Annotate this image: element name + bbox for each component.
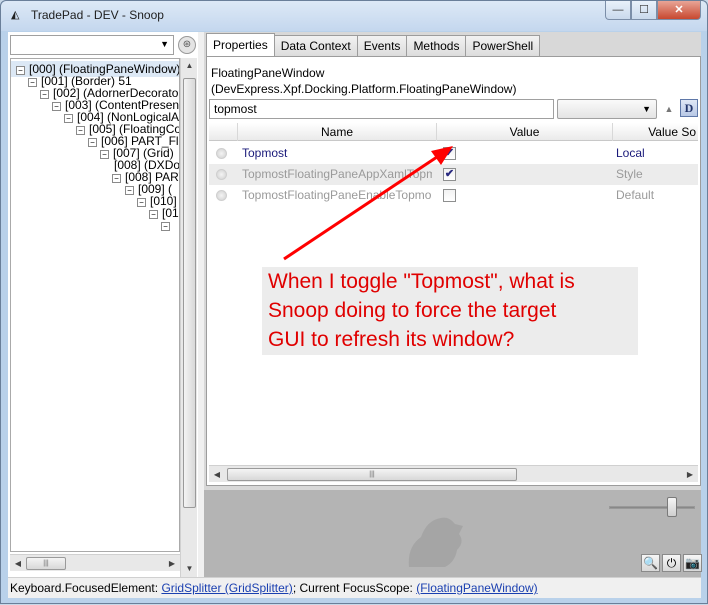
property-value-source: Style	[616, 167, 643, 181]
title-bar: ◭ TradePad - DEV - Snoop — ☐ ✕	[1, 1, 707, 31]
binding-dot-icon[interactable]	[216, 190, 227, 201]
focused-element-link[interactable]: GridSplitter (GridSplitter)	[161, 581, 292, 595]
focus-scope-label: ; Current FocusScope:	[292, 581, 413, 595]
scroll-thumb[interactable]: |||	[227, 468, 517, 481]
property-filter-input[interactable]	[209, 99, 554, 119]
scroll-thumb[interactable]: |||	[26, 557, 66, 570]
tree-vertical-scrollbar[interactable]: ▲ ▼	[180, 58, 197, 578]
visual-tree-pane: ▼ ⊛ − [000] (FloatingPaneWindow) − [001] (B…	[8, 32, 198, 578]
tree-horizontal-scrollbar[interactable]: ◀ ||| ▶	[10, 554, 180, 571]
tab-powershell[interactable]: PowerShell	[465, 35, 541, 56]
magnifier-icon[interactable]: 🔍	[641, 554, 660, 572]
chevron-down-icon: ▼	[642, 104, 651, 114]
column-value[interactable]: Value	[436, 123, 612, 141]
property-row[interactable]: Topmost ✔ Local	[209, 143, 698, 164]
tab-properties[interactable]: Properties	[206, 33, 275, 56]
minimize-button[interactable]: —	[605, 1, 631, 20]
zoom-slider-thumb[interactable]	[667, 497, 677, 517]
collapse-icon[interactable]: −	[137, 198, 146, 207]
annotation-line: Snoop doing to force the target	[268, 299, 557, 322]
default-values-button[interactable]: D	[680, 99, 698, 117]
collapse-icon[interactable]: −	[76, 126, 85, 135]
collapse-icon[interactable]: −	[52, 102, 61, 111]
maximize-button[interactable]: ☐	[631, 1, 657, 20]
scroll-right-icon[interactable]: ▶	[164, 555, 180, 572]
scroll-left-icon[interactable]: ◀	[209, 466, 225, 483]
property-value-checkbox[interactable]: ✔	[443, 168, 456, 181]
column-name[interactable]: Name	[237, 123, 436, 141]
collapse-icon[interactable]: −	[88, 138, 97, 147]
grid-horizontal-scrollbar[interactable]: ◀ ||| ▶	[209, 465, 698, 482]
property-row[interactable]: TopmostFloatingPaneEnableTopmost Default	[209, 185, 698, 206]
power-icon[interactable]: ⏻	[662, 554, 681, 572]
inspector-tabs: Properties Data Context Events Methods Power…	[206, 33, 541, 57]
scroll-up-icon[interactable]: ▲	[181, 58, 198, 74]
scroll-down-icon[interactable]: ▼	[181, 561, 198, 577]
globe-icon[interactable]: ⊛	[178, 36, 196, 54]
collapse-icon[interactable]: −	[100, 150, 109, 159]
scroll-left-icon[interactable]: ◀	[10, 555, 26, 572]
collapse-icon[interactable]: −	[161, 222, 170, 231]
snoop-window: ◭ TradePad - DEV - Snoop — ☐ ✕ ▼ ⊛ − [000…	[0, 0, 708, 604]
chevron-down-icon: ▼	[160, 39, 169, 49]
annotation-line: GUI to refresh its window?	[268, 328, 515, 351]
property-name: Topmost	[242, 146, 288, 160]
tree-item[interactable]: −	[161, 217, 174, 233]
annotation-callout: When I toggle "Topmost", what is Snoop do…	[262, 267, 638, 355]
binding-dot-icon[interactable]	[216, 169, 227, 180]
type-name: FloatingPaneWindow	[211, 66, 325, 80]
property-value-source: Default	[616, 188, 655, 202]
scroll-right-icon[interactable]: ▶	[682, 466, 698, 483]
camera-icon[interactable]: 📷	[683, 554, 702, 572]
collapse-icon[interactable]: −	[125, 186, 134, 195]
property-value-checkbox[interactable]: ✔	[443, 147, 456, 160]
property-value-checkbox[interactable]	[443, 189, 456, 202]
tab-data-context[interactable]: Data Context	[273, 35, 358, 56]
column-value-source[interactable]: Value So	[612, 123, 698, 141]
collapse-icon[interactable]: −	[28, 78, 37, 87]
collapse-icon[interactable]: −	[40, 90, 49, 99]
property-filter-combo[interactable]: ▼	[557, 99, 657, 119]
window-title: TradePad - DEV - Snoop	[31, 8, 164, 22]
focused-element-label: Keyboard.FocusedElement:	[10, 581, 159, 595]
annotation-line: When I toggle "Topmost", what is	[268, 270, 575, 293]
scroll-thumb[interactable]	[183, 78, 196, 508]
tab-events[interactable]: Events	[356, 35, 408, 56]
property-row[interactable]: TopmostFloatingPaneAppXamlTopmost ✔ Style	[209, 164, 698, 185]
collapse-icon[interactable]: −	[149, 210, 158, 219]
tab-methods[interactable]: Methods	[406, 35, 467, 56]
visual-tree[interactable]: − [000] (FloatingPaneWindow) − [001] (Borde…	[10, 58, 180, 552]
sort-up-icon[interactable]: ▲	[662, 101, 676, 117]
collapse-icon[interactable]: −	[112, 174, 121, 183]
type-full-name: (DevExpress.Xpf.Docking.Platform.Floatin…	[211, 82, 517, 96]
property-grid-header: Name Value Value So	[209, 123, 698, 141]
collapse-icon[interactable]: −	[16, 66, 25, 75]
binding-dot-icon[interactable]	[216, 148, 227, 159]
status-bar: Keyboard.FocusedElement: GridSplitter (G…	[8, 577, 701, 598]
zoom-slider-track[interactable]	[609, 506, 695, 509]
property-name: TopmostFloatingPaneAppXamlTopmost	[242, 167, 432, 181]
focus-scope-link[interactable]: (FloatingPaneWindow)	[416, 581, 537, 595]
tree-filter-combo[interactable]: ▼	[10, 35, 174, 55]
snoop-dog-icon	[408, 517, 463, 567]
preview-area: 🔍 ⏻ 📷	[204, 490, 702, 577]
snoop-icon[interactable]: ◭	[11, 9, 25, 21]
property-name: TopmostFloatingPaneEnableTopmost	[242, 188, 432, 202]
close-button[interactable]: ✕	[657, 1, 701, 20]
collapse-icon[interactable]: −	[64, 114, 73, 123]
property-value-source: Local	[616, 146, 645, 160]
